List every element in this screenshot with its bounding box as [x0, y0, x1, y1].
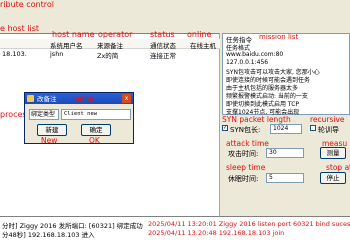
- recursive-checkbox[interactable]: [310, 125, 316, 131]
- host-name-label: host name: [52, 30, 95, 39]
- syn-checkbox[interactable]: ✓: [222, 125, 228, 131]
- sleep-time-input[interactable]: 5: [266, 173, 304, 183]
- attack-time-text: 攻击时间:: [228, 150, 259, 158]
- field-value-input[interactable]: Client new: [61, 109, 131, 120]
- task-panel[interactable]: 任务指令 mission list 任务格式 www.baidu.com:80 …: [222, 33, 350, 116]
- attack-time-label: attack time: [226, 139, 269, 148]
- syn-checkbox-label: SYN包长:: [230, 126, 261, 134]
- task-panel-title-en: mission list: [259, 33, 299, 41]
- column-header-note[interactable]: 来源备注: [97, 40, 123, 50]
- operator-label: operator: [98, 30, 133, 39]
- task-line: www.baidu.com:80: [226, 51, 284, 58]
- dialog-title-en: name: [72, 94, 94, 103]
- column-header-online[interactable]: 在线主机: [190, 40, 216, 50]
- stop-button[interactable]: 停止: [320, 172, 346, 184]
- syn-length-label: SYN packet length: [222, 115, 291, 124]
- sleep-time-text: 休眠时间:: [228, 175, 259, 183]
- ok-button[interactable]: 确定: [81, 124, 111, 136]
- ok-label: OK: [89, 136, 100, 145]
- attack-time-input[interactable]: 30: [266, 148, 304, 158]
- log-line: 分48秒] 192.168.18.103 进入: [2, 231, 95, 239]
- log-line-en: 2025/04/11 13:20:01 Ziggy 2016 listen po…: [148, 220, 350, 228]
- syn-length-input[interactable]: 1024: [270, 124, 302, 134]
- recursive-checkbox-label: 轮训导: [318, 126, 339, 134]
- status-label: status: [150, 30, 175, 39]
- dialog-title: 改备注: [37, 95, 57, 103]
- log-line-en: 2025/04/11 13:20:48 192.168.18.103 join: [148, 229, 285, 237]
- row-note: Zx的简: [97, 52, 119, 60]
- app-icon: [27, 95, 34, 102]
- app-title-label: ribute control: [0, 0, 54, 9]
- new-button[interactable]: 新建: [37, 124, 67, 136]
- sleep-time-label: sleep time: [226, 163, 266, 172]
- row-ip: 18.103.: [2, 50, 27, 58]
- dialog-titlebar[interactable]: 改备注 name: [25, 93, 133, 104]
- measure-button[interactable]: 测量: [320, 147, 346, 159]
- online-label: online: [187, 30, 212, 39]
- stop-attack-label: stop at: [326, 163, 350, 172]
- column-header-user[interactable]: 系统用户名: [50, 40, 83, 50]
- row-status: 连接正常: [150, 52, 176, 60]
- host-list-label: e host list: [0, 24, 40, 33]
- field-label: 绑定类型: [29, 109, 59, 120]
- row-user: jshn: [50, 50, 64, 58]
- new-label: New: [41, 136, 58, 145]
- log-panel[interactable]: 分时] Ziggy 2016 发所端口: [60321] 绑定成功 2025/0…: [0, 216, 350, 250]
- attack-options-panel: SYN packet length recursive ✓ SYN包长: 102…: [222, 115, 350, 216]
- close-icon[interactable]: x: [122, 94, 131, 103]
- task-line: 127.0.0.1:456: [226, 59, 269, 66]
- column-header-status[interactable]: 通信状态: [150, 40, 176, 50]
- host-table-header: 系统用户名 来源备注 通信状态 在线主机: [0, 39, 220, 50]
- recursive-label: recursive: [310, 115, 345, 124]
- rename-dialog: 改备注 name x 绑定类型 Client new 新建 确定 New OK: [24, 92, 134, 145]
